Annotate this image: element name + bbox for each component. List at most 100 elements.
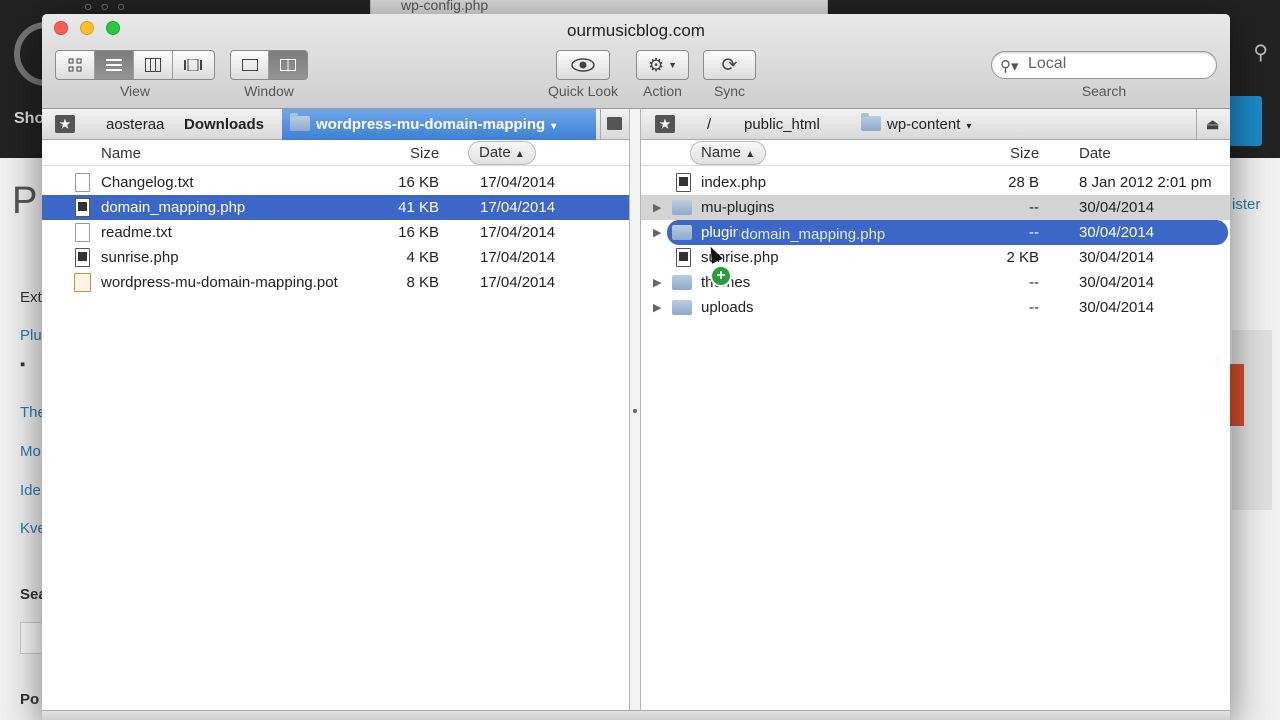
file-date: 17/04/2014 bbox=[480, 249, 556, 266]
eject-button[interactable]: ⏏ bbox=[1196, 109, 1230, 140]
file-row-selected[interactable]: domain_mapping.php 41 KB 17/04/2014 bbox=[42, 195, 629, 220]
file-date: 8 Jan 2012 2:01 pm bbox=[1079, 174, 1212, 191]
pot-file-icon bbox=[74, 273, 91, 292]
eject-icon: ⏏ bbox=[1206, 116, 1220, 132]
folder-row[interactable]: ▶ mu-plugins -- 30/04/2014 bbox=[641, 195, 1230, 220]
folder-date: 30/04/2014 bbox=[1079, 199, 1155, 216]
size-column-header[interactable]: Size bbox=[1010, 145, 1039, 162]
background-register-link: ister bbox=[1232, 196, 1261, 213]
favorites-button[interactable]: ★ bbox=[42, 109, 86, 140]
file-size: 8 KB bbox=[406, 274, 439, 291]
date-column-header[interactable]: Date ▲ bbox=[468, 141, 536, 165]
breadcrumb-current[interactable]: wordpress-mu-domain-mapping ▾ bbox=[282, 109, 596, 140]
list-view-button[interactable] bbox=[95, 51, 134, 79]
dual-pane-button[interactable] bbox=[269, 51, 307, 79]
folder-name: mu-plugins bbox=[701, 199, 775, 216]
search-input[interactable] bbox=[1028, 55, 1208, 73]
coverflow-view-button[interactable] bbox=[173, 51, 212, 79]
folder-size: -- bbox=[1029, 299, 1039, 316]
single-pane-icon bbox=[241, 59, 258, 71]
folder-size: -- bbox=[1029, 224, 1039, 241]
breadcrumb-item[interactable]: / bbox=[699, 109, 729, 140]
folder-row-drop-target[interactable]: ▶ plugins -- 30/04/2014 bbox=[641, 220, 1230, 245]
folder-name: uploads bbox=[701, 299, 754, 316]
disclosure-triangle-icon[interactable]: ▶ bbox=[653, 276, 661, 289]
quick-look-button[interactable] bbox=[556, 50, 610, 80]
column-view-button[interactable] bbox=[134, 51, 173, 79]
remote-column-headers: Name ▲ Size Date bbox=[641, 140, 1230, 166]
file-size: 16 KB bbox=[398, 224, 439, 241]
grid-icon bbox=[68, 58, 82, 72]
window-title: ourmusicblog.com bbox=[567, 21, 705, 40]
dragged-file-label: domain_mapping.php bbox=[738, 226, 889, 243]
single-pane-button[interactable] bbox=[231, 51, 270, 79]
sync-icon: ⟳ bbox=[721, 54, 738, 76]
coverflow-icon bbox=[183, 59, 202, 71]
background-page-title: P bbox=[12, 180, 38, 222]
folder-size: -- bbox=[1029, 199, 1039, 216]
file-name: sunrise.php bbox=[101, 249, 179, 266]
disconnect-button[interactable] bbox=[600, 109, 629, 140]
date-header-label: Date bbox=[479, 144, 511, 161]
text-file-icon bbox=[75, 173, 90, 192]
pane-divider[interactable] bbox=[629, 109, 641, 720]
file-row[interactable]: sunrise.php 2 KB 30/04/2014 bbox=[641, 245, 1230, 270]
window-label: Window bbox=[244, 83, 294, 99]
favorites-button[interactable]: ★ bbox=[641, 109, 689, 140]
view-mode-control bbox=[55, 50, 215, 80]
php-file-icon bbox=[676, 248, 691, 267]
action-menu-button[interactable]: ⚙ ▼ bbox=[636, 50, 689, 80]
sync-button[interactable]: ⟳ bbox=[703, 50, 756, 80]
breadcrumb-label: wp-content bbox=[887, 116, 961, 133]
breadcrumb-item[interactable]: public_html bbox=[736, 109, 846, 140]
search-icon: ⚲▾ bbox=[1000, 58, 1019, 75]
file-name: index.php bbox=[701, 174, 767, 191]
background-red-widget bbox=[1228, 364, 1244, 426]
breadcrumb-item[interactable]: aosteraa bbox=[98, 109, 170, 140]
columns-icon bbox=[145, 58, 161, 72]
breadcrumb-current[interactable]: wp-content ▾ bbox=[853, 109, 1003, 140]
local-breadcrumb: ★ aosteraa Downloads wordpress-mu-domain… bbox=[42, 109, 629, 140]
size-column-header[interactable]: Size bbox=[410, 145, 439, 162]
folder-icon bbox=[672, 300, 692, 315]
background-link: Mo bbox=[20, 443, 41, 460]
file-name: readme.txt bbox=[101, 224, 172, 241]
quick-look-label: Quick Look bbox=[547, 83, 619, 99]
date-column-header[interactable]: Date bbox=[1079, 145, 1111, 162]
folder-icon bbox=[672, 275, 692, 290]
folder-icon bbox=[672, 225, 692, 240]
remote-breadcrumb: ★ / public_html wp-content ▾ ⏏ bbox=[641, 109, 1230, 140]
file-size: 28 B bbox=[1008, 174, 1039, 191]
breadcrumb-item[interactable]: Downloads bbox=[176, 109, 276, 140]
background-heading: Po bbox=[20, 691, 40, 708]
folder-row[interactable]: ▶ uploads -- 30/04/2014 bbox=[641, 295, 1230, 320]
file-row[interactable]: Changelog.txt 16 KB 17/04/2014 bbox=[42, 170, 629, 195]
folder-date: 30/04/2014 bbox=[1079, 299, 1155, 316]
file-row[interactable]: readme.txt 16 KB 17/04/2014 bbox=[42, 220, 629, 245]
folder-date: 30/04/2014 bbox=[1079, 274, 1155, 291]
star-icon: ★ bbox=[55, 115, 75, 133]
list-icon bbox=[106, 59, 122, 71]
file-row[interactable]: wordpress-mu-domain-mapping.pot 8 KB 17/… bbox=[42, 270, 629, 295]
file-row[interactable]: index.php 28 B 8 Jan 2012 2:01 pm bbox=[641, 170, 1230, 195]
toolbar: ourmusicblog.com View Window Quick Look … bbox=[42, 14, 1230, 109]
star-icon: ★ bbox=[655, 115, 675, 133]
file-size: 4 KB bbox=[406, 249, 439, 266]
name-header-label: Name bbox=[701, 144, 742, 161]
name-column-header[interactable]: Name ▲ bbox=[690, 141, 767, 165]
disclosure-triangle-icon[interactable]: ▶ bbox=[653, 301, 661, 314]
disclosure-triangle-icon[interactable]: ▶ bbox=[653, 226, 661, 239]
text-file-icon bbox=[75, 223, 90, 242]
name-column-header[interactable]: Name bbox=[101, 145, 141, 162]
divider-handle bbox=[633, 409, 637, 413]
file-size: 16 KB bbox=[398, 174, 439, 191]
file-name: wordpress-mu-domain-mapping.pot bbox=[101, 274, 338, 291]
folder-icon bbox=[290, 113, 310, 131]
disclosure-triangle-icon[interactable]: ▶ bbox=[653, 201, 661, 214]
chevron-down-icon: ▾ bbox=[966, 121, 972, 132]
search-label: Search bbox=[1081, 83, 1127, 99]
icon-view-button[interactable] bbox=[56, 51, 95, 79]
sync-label: Sync bbox=[713, 83, 746, 99]
chevron-down-icon: ▾ bbox=[551, 121, 557, 132]
file-row[interactable]: sunrise.php 4 KB 17/04/2014 bbox=[42, 245, 629, 270]
